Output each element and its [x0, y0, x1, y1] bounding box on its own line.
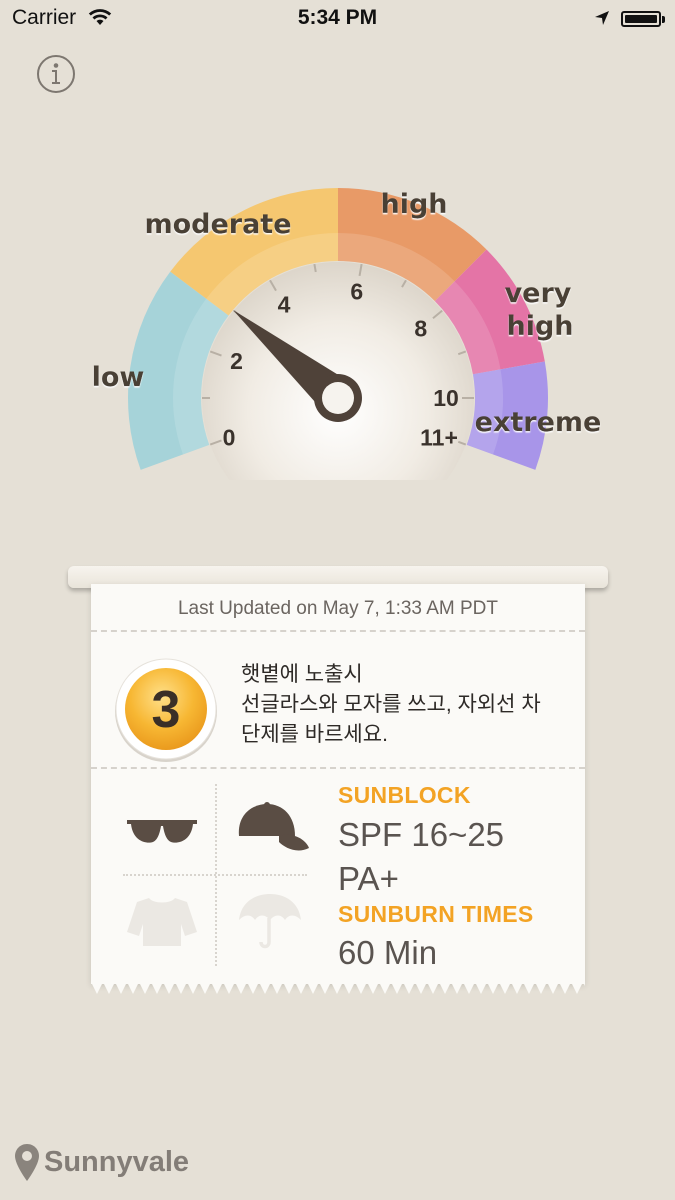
label-very-high-line2: high [506, 311, 573, 342]
torn-edge-path [91, 982, 585, 994]
location-name[interactable]: Sunnyvale [44, 1146, 189, 1179]
battery-icon [621, 11, 661, 27]
advice-line-1: 햇볕에 노출시 [241, 663, 363, 686]
tick-label: 0 [223, 425, 236, 451]
pa-value: PA+ [338, 860, 399, 897]
label-high: high [380, 189, 447, 220]
sunburn-label: SUNBURN TIMES [338, 901, 534, 927]
battery-tip [662, 16, 665, 23]
location-arrow-icon [595, 11, 609, 25]
sunglasses-icon [127, 820, 197, 843]
uv-advice: 햇볕에 노출시 선글라스와 모자를 쓰고, 자외선 차 단제를 바르세요. [241, 660, 571, 750]
icon-grid-divider [123, 874, 307, 876]
umbrella-icon [239, 894, 301, 949]
label-extreme: extreme [475, 407, 602, 438]
advice-line-3: 단제를 바르세요. [241, 723, 388, 746]
label-very-high-line1: very [505, 278, 572, 309]
status-bar: Carrier 5:34 PM [0, 0, 675, 38]
label-moderate: moderate [144, 209, 291, 240]
needle-hub-center [322, 382, 354, 414]
tick-label: 2 [230, 348, 243, 374]
divider [91, 630, 585, 632]
map-pin-icon [15, 1144, 39, 1181]
uv-index-value: 3 [152, 681, 181, 739]
label-low: low [92, 362, 145, 393]
sunburn-value: 60 Min [338, 934, 438, 971]
tick-label: 11+ [420, 425, 458, 451]
tick-mark [313, 263, 317, 273]
divider [91, 767, 585, 769]
uv-info-card: Last Updated on May 7, 1:33 AM PDT 3 햇볕에… [91, 584, 585, 984]
tick-label: 10 [433, 385, 459, 411]
tick-label: 8 [414, 316, 427, 342]
sunblock-label: SUNBLOCK [338, 782, 471, 808]
clock: 5:34 PM [297, 6, 378, 29]
last-updated: Last Updated on May 7, 1:33 AM PDT [177, 598, 498, 619]
tick-label: 6 [350, 279, 363, 305]
advice-line-2: 선글라스와 모자를 쓰고, 자외선 차 [241, 693, 541, 716]
card-torn-edge [91, 982, 585, 994]
cap-icon [238, 802, 309, 851]
uv-index-badge: 3 [115, 658, 217, 762]
tick-label: 4 [278, 291, 291, 317]
shirt-icon [127, 898, 197, 946]
info-icon[interactable] [36, 54, 76, 94]
uv-gauge: 0 2 4 6 8 10 11+ low moderate high very high e… [92, 188, 602, 480]
spf-value: SPF 16~25 [338, 816, 505, 853]
